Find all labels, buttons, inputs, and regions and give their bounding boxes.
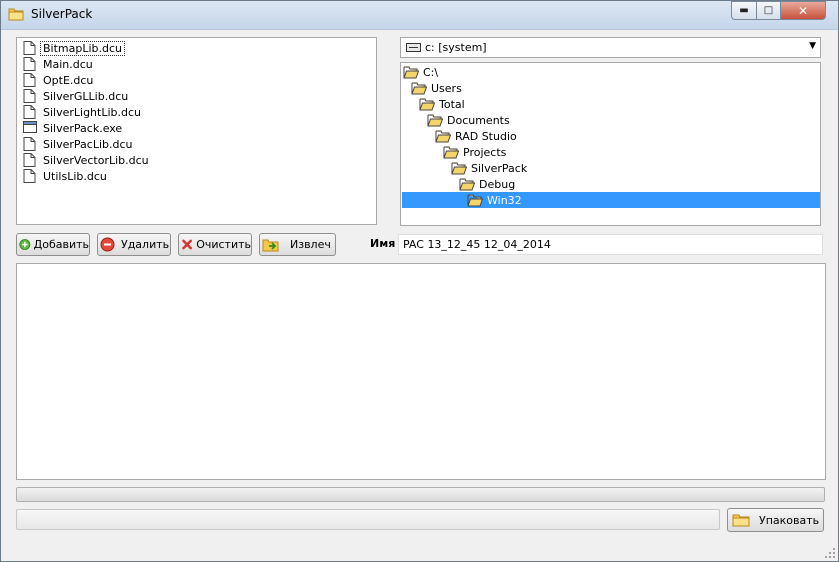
document-icon xyxy=(23,89,36,103)
file-name: OptE.dcu xyxy=(43,73,94,87)
log-area[interactable] xyxy=(16,263,826,480)
file-list-item[interactable]: SilverPacLib.dcu xyxy=(23,136,135,152)
close-button[interactable]: ✕ xyxy=(780,1,826,20)
extract-folder-icon xyxy=(262,239,279,252)
folder-open-icon xyxy=(467,194,484,207)
status-bar xyxy=(16,509,720,530)
app-window: SilverPack ▬ □ ✕ BitmapLib.dcu Main.dcu Op… xyxy=(0,0,839,562)
app-folder-icon xyxy=(8,8,24,21)
title-bar[interactable]: SilverPack ▬ □ ✕ xyxy=(1,1,838,30)
tree-item[interactable]: SilverPack xyxy=(451,160,527,176)
add-button-label: Добавить xyxy=(33,238,89,251)
folder-open-icon xyxy=(435,130,452,143)
maximize-icon: □ xyxy=(763,5,774,16)
folder-open-icon xyxy=(451,162,468,175)
tree-item-label: SilverPack xyxy=(471,161,528,175)
folder-open-icon xyxy=(419,98,436,111)
name-input[interactable]: PAC 13_12_45 12_04_2014 xyxy=(398,234,823,255)
minimize-button[interactable]: ▬ xyxy=(731,1,757,20)
file-list[interactable]: BitmapLib.dcu Main.dcu OptE.dcu SilverGLLib… xyxy=(16,37,377,225)
file-name: SilverLightLib.dcu xyxy=(43,105,142,119)
tree-item-label: Win32 xyxy=(487,193,522,207)
resize-grip-icon[interactable] xyxy=(825,548,835,558)
tree-item[interactable]: Total xyxy=(419,96,465,112)
extract-button-label: Извлеч xyxy=(290,238,331,251)
tree-item[interactable]: Projects xyxy=(443,144,506,160)
folder-open-icon xyxy=(459,178,476,191)
tree-item-label: Total xyxy=(439,97,465,111)
remove-button[interactable]: Удалить xyxy=(97,233,171,256)
clear-button-label: Очистить xyxy=(196,238,251,251)
file-name: UtilsLib.dcu xyxy=(43,169,107,183)
clear-icon xyxy=(182,239,192,250)
tree-item[interactable]: Debug xyxy=(459,176,515,192)
document-icon xyxy=(23,73,36,87)
document-icon xyxy=(23,41,36,55)
remove-icon xyxy=(100,237,115,252)
folder-open-icon xyxy=(403,66,420,79)
close-icon: ✕ xyxy=(797,3,809,18)
file-name: BitmapLib.dcu xyxy=(39,40,126,56)
add-button[interactable]: Добавить xyxy=(16,233,90,256)
tree-item[interactable]: Documents xyxy=(427,112,510,128)
folder-open-icon xyxy=(427,114,444,127)
file-name: SilverVectorLib.dcu xyxy=(43,153,149,167)
file-list-item[interactable]: SilverVectorLib.dcu xyxy=(23,152,151,168)
tree-item-label: Debug xyxy=(479,177,516,191)
file-list-item[interactable]: SilverLightLib.dcu xyxy=(23,104,143,120)
file-name: Main.dcu xyxy=(43,57,93,71)
tree-item[interactable]: Users xyxy=(411,80,462,96)
file-name: SilverGLLib.dcu xyxy=(43,89,129,103)
maximize-button[interactable]: □ xyxy=(756,1,781,20)
add-icon xyxy=(19,239,31,250)
chevron-down-icon[interactable]: ▼ xyxy=(809,41,816,51)
file-list-item[interactable]: OptE.dcu xyxy=(23,72,95,88)
pack-button-label: Упаковать xyxy=(759,513,820,527)
drive-icon xyxy=(406,43,421,52)
tree-item-label: C:\ xyxy=(423,65,439,79)
document-icon xyxy=(23,169,36,183)
pack-folder-icon xyxy=(732,514,750,526)
tree-item-label: Documents xyxy=(447,113,510,127)
name-label: Имя xyxy=(370,237,396,250)
progress-bar xyxy=(16,487,825,502)
file-name: SilverPack.exe xyxy=(43,121,123,135)
tree-item-label: Users xyxy=(431,81,462,95)
tree-item[interactable]: Win32 xyxy=(402,192,820,208)
tree-item[interactable]: C:\ xyxy=(403,64,438,80)
window-title: SilverPack xyxy=(31,7,93,21)
tree-item-label: Projects xyxy=(463,145,507,159)
document-icon xyxy=(23,153,36,167)
folder-open-icon xyxy=(411,82,428,95)
document-icon xyxy=(23,105,36,119)
document-icon xyxy=(23,57,36,71)
application-icon xyxy=(23,121,37,135)
file-list-item[interactable]: BitmapLib.dcu xyxy=(23,40,126,56)
folder-open-icon xyxy=(443,146,460,159)
remove-button-label: Удалить xyxy=(121,238,170,251)
extract-button[interactable]: Извлеч xyxy=(259,233,336,256)
tree-item-label: RAD Studio xyxy=(455,129,517,143)
file-list-item[interactable]: Main.dcu xyxy=(23,56,95,72)
file-list-item[interactable]: UtilsLib.dcu xyxy=(23,168,109,184)
drive-value: c: [system] xyxy=(425,41,487,54)
file-name: SilverPacLib.dcu xyxy=(43,137,133,151)
pack-button[interactable]: Упаковать xyxy=(727,508,824,532)
file-list-item[interactable]: SilverPack.exe xyxy=(23,120,124,136)
clear-button[interactable]: Очистить xyxy=(178,233,252,256)
tree-item[interactable]: RAD Studio xyxy=(435,128,517,144)
file-list-item[interactable]: SilverGLLib.dcu xyxy=(23,88,130,104)
drive-select[interactable]: c: [system] ▼ xyxy=(400,37,821,58)
minimize-icon: ▬ xyxy=(739,5,749,16)
folder-tree[interactable]: C:\ Users Total Documents RAD Studio Projects… xyxy=(400,62,821,226)
document-icon xyxy=(23,137,36,151)
